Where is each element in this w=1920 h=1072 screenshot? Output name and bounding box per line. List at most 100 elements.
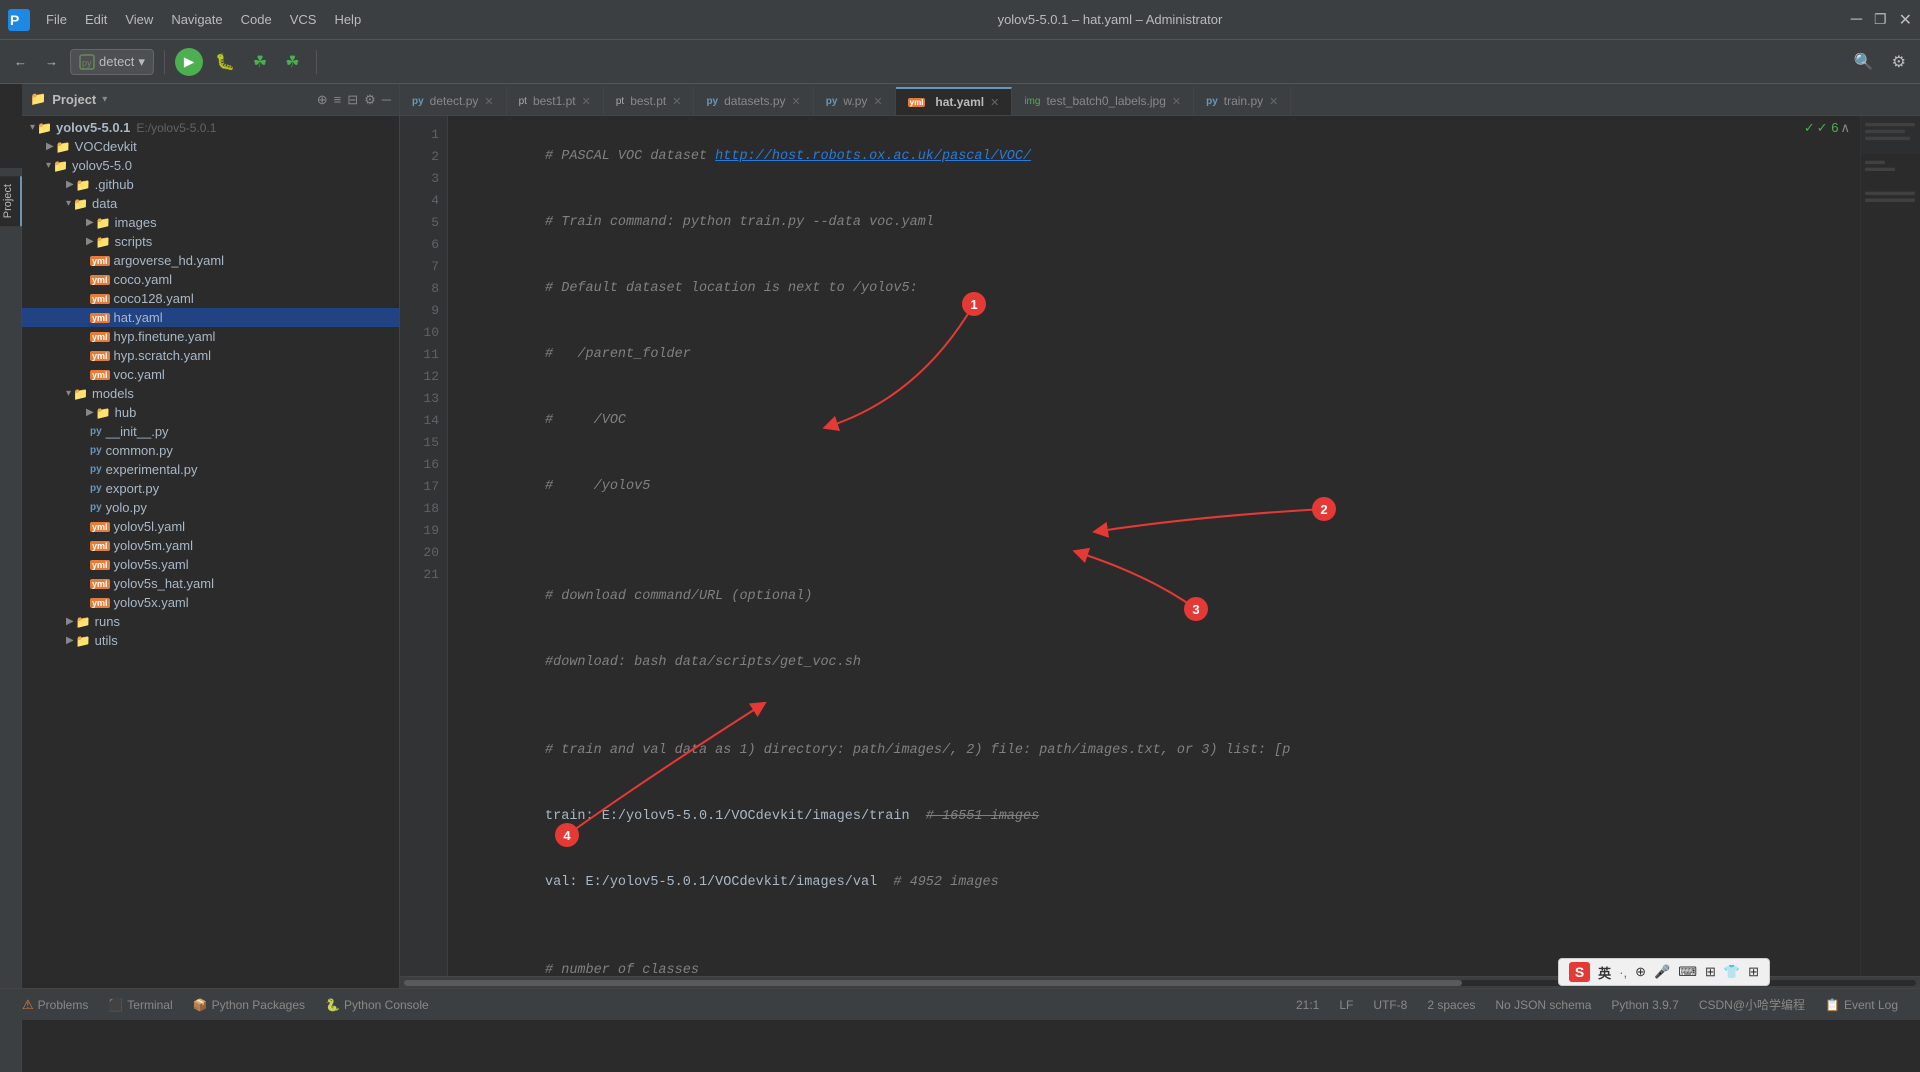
tab-datasets-py[interactable]: py datasets.py ✕ bbox=[694, 87, 813, 115]
tree-root[interactable]: ▾ 📁 yolov5-5.0.1 E:/yolov5-5.0.1 bbox=[22, 118, 399, 137]
minimize-button[interactable]: ─ bbox=[1851, 10, 1862, 30]
close-tab-best1[interactable]: ✕ bbox=[582, 95, 591, 108]
menu-code[interactable]: Code bbox=[233, 8, 280, 31]
status-problems[interactable]: ⚠ Problems bbox=[12, 997, 98, 1013]
status-python-version[interactable]: Python 3.9.7 bbox=[1601, 998, 1688, 1012]
tab-test-batch[interactable]: img test_batch0_labels.jpg ✕ bbox=[1012, 87, 1194, 115]
tree-item-yolov5s[interactable]: yml yolov5s.yaml bbox=[22, 555, 399, 574]
sidebar-locate-button[interactable]: ⊕ bbox=[317, 92, 328, 108]
console-label: Python Console bbox=[344, 998, 429, 1012]
line-num-10: 10 bbox=[400, 322, 447, 344]
tree-item-hypscratch[interactable]: yml hyp.scratch.yaml bbox=[22, 346, 399, 365]
code-line-1: # PASCAL VOC dataset http://host.robots.… bbox=[464, 124, 1844, 190]
sidebar-collapse-button[interactable]: ⊟ bbox=[347, 92, 358, 108]
close-tab-train[interactable]: ✕ bbox=[1269, 95, 1278, 108]
status-encoding[interactable]: UTF-8 bbox=[1363, 998, 1417, 1012]
status-indent[interactable]: 2 spaces bbox=[1417, 998, 1485, 1012]
line-num-14: 14 bbox=[400, 410, 447, 432]
tab-hat-yaml[interactable]: yml hat.yaml ✕ bbox=[896, 87, 1013, 115]
menu-help[interactable]: Help bbox=[326, 8, 369, 31]
close-tab-detect[interactable]: ✕ bbox=[484, 95, 493, 108]
close-tab-test[interactable]: ✕ bbox=[1172, 95, 1181, 108]
close-tab-hat[interactable]: ✕ bbox=[990, 96, 999, 109]
tree-item-yolov5x[interactable]: yml yolov5x.yaml bbox=[22, 593, 399, 612]
forward-button[interactable]: → bbox=[39, 50, 64, 73]
project-tab[interactable]: Project bbox=[0, 176, 22, 226]
ime-icon-3[interactable]: ⌨ bbox=[1678, 964, 1697, 980]
maximize-button[interactable]: ❐ bbox=[1874, 10, 1887, 30]
tree-item-hatyaml[interactable]: yml hat.yaml bbox=[22, 308, 399, 327]
tree-item-vocdevkit[interactable]: ▶ 📁 VOCdevkit bbox=[22, 137, 399, 156]
close-button[interactable]: ✕ bbox=[1899, 10, 1912, 30]
sidebar-expand-button[interactable]: ≡ bbox=[334, 92, 342, 108]
menu-view[interactable]: View bbox=[117, 8, 161, 31]
expand-icon[interactable]: ∧ bbox=[1840, 120, 1850, 136]
tree-item-utils[interactable]: ▶ 📁 utils bbox=[22, 631, 399, 650]
tree-item-experimental[interactable]: py experimental.py bbox=[22, 460, 399, 479]
detect-dropdown[interactable]: py detect ▾ bbox=[70, 49, 154, 75]
status-schema[interactable]: No JSON schema bbox=[1485, 998, 1601, 1012]
tab-best-pt[interactable]: pt best.pt ✕ bbox=[604, 87, 695, 115]
tree-item-models[interactable]: ▾ 📁 models bbox=[22, 384, 399, 403]
status-csdn[interactable]: CSDN@小哈学编程 bbox=[1689, 996, 1815, 1013]
tree-item-common[interactable]: py common.py bbox=[22, 441, 399, 460]
menu-navigate[interactable]: Navigate bbox=[163, 8, 230, 31]
ime-icon-4[interactable]: ⊞ bbox=[1705, 964, 1716, 980]
back-button[interactable]: ← bbox=[8, 50, 33, 73]
tree-item-export[interactable]: py export.py bbox=[22, 479, 399, 498]
search-everywhere-button[interactable]: 🔍 bbox=[1848, 48, 1880, 76]
ime-icon-2[interactable]: 🎤 bbox=[1654, 964, 1670, 980]
sidebar-settings-button[interactable]: ⚙ bbox=[364, 92, 376, 108]
settings-button[interactable]: ⚙ bbox=[1886, 48, 1912, 76]
tree-item-yolov5shat[interactable]: yml yolov5s_hat.yaml bbox=[22, 574, 399, 593]
run-button[interactable]: ▶ bbox=[175, 48, 203, 76]
tree-item-scripts[interactable]: ▶ 📁 scripts bbox=[22, 232, 399, 251]
status-line-ending[interactable]: LF bbox=[1329, 998, 1363, 1012]
status-terminal[interactable]: ⬛ Terminal bbox=[98, 998, 182, 1012]
tree-item-yolov5m[interactable]: yml yolov5m.yaml bbox=[22, 536, 399, 555]
tree-item-argoverse[interactable]: yml argoverse_hd.yaml bbox=[22, 251, 399, 270]
sidebar-dropdown-icon[interactable]: ▾ bbox=[102, 94, 107, 106]
tree-item-coco[interactable]: yml coco.yaml bbox=[22, 270, 399, 289]
tree-item-images[interactable]: ▶ 📁 images bbox=[22, 213, 399, 232]
tree-item-vocyaml[interactable]: yml voc.yaml bbox=[22, 365, 399, 384]
close-tab-datasets[interactable]: ✕ bbox=[792, 95, 801, 108]
tree-item-yolopy[interactable]: py yolo.py bbox=[22, 498, 399, 517]
code-content[interactable]: # PASCAL VOC dataset http://host.robots.… bbox=[448, 116, 1860, 976]
tab-best1-pt[interactable]: pt best1.pt ✕ bbox=[507, 87, 604, 115]
check-count: ✓ 6 bbox=[1817, 120, 1839, 136]
ime-icon-6[interactable]: ⊞ bbox=[1748, 964, 1759, 980]
tree-item-yolov5l[interactable]: yml yolov5l.yaml bbox=[22, 517, 399, 536]
tree-item-init[interactable]: py __init__.py bbox=[22, 422, 399, 441]
tree-item-hypfinetune[interactable]: yml hyp.finetune.yaml bbox=[22, 327, 399, 346]
ime-lang[interactable]: 英 bbox=[1598, 963, 1611, 982]
tree-item-github[interactable]: ▶ 📁 .github bbox=[22, 175, 399, 194]
line-num-21: 21 bbox=[400, 564, 447, 586]
tree-item-hub[interactable]: ▶ 📁 hub bbox=[22, 403, 399, 422]
line-num-15: 15 bbox=[400, 432, 447, 454]
tree-item-data[interactable]: ▾ 📁 data bbox=[22, 194, 399, 213]
tree-item-runs[interactable]: ▶ 📁 runs bbox=[22, 612, 399, 631]
menu-edit[interactable]: Edit bbox=[77, 8, 115, 31]
tab-detect-py[interactable]: py detect.py ✕ bbox=[400, 87, 507, 115]
status-position[interactable]: 21:1 bbox=[1286, 998, 1329, 1012]
ime-icon-1[interactable]: ⊕ bbox=[1635, 964, 1646, 980]
debug-button[interactable]: 🐛 bbox=[209, 48, 241, 76]
tree-item-yolov5[interactable]: ▾ 📁 yolov5-5.0 bbox=[22, 156, 399, 175]
tab-train-py[interactable]: py train.py ✕ bbox=[1194, 87, 1291, 115]
ime-icon-5[interactable]: 👕 bbox=[1724, 964, 1740, 980]
close-tab-best[interactable]: ✕ bbox=[672, 95, 681, 108]
status-python-console[interactable]: 🐍 Python Console bbox=[315, 998, 439, 1012]
menu-file[interactable]: File bbox=[38, 8, 75, 31]
line-num-2: 2 bbox=[400, 146, 447, 168]
menu-vcs[interactable]: VCS bbox=[282, 8, 325, 31]
close-tab-w[interactable]: ✕ bbox=[873, 95, 882, 108]
sidebar-hide-button[interactable]: ─ bbox=[382, 92, 391, 108]
status-event-log[interactable]: 📋 Event Log bbox=[1815, 998, 1908, 1012]
tab-w-py[interactable]: py w.py ✕ bbox=[814, 87, 896, 115]
scrollbar-thumb[interactable] bbox=[404, 980, 1462, 986]
status-python-packages[interactable]: 📦 Python Packages bbox=[183, 998, 315, 1012]
coverage-button-2[interactable]: ☘ bbox=[279, 48, 305, 76]
tree-item-coco128[interactable]: yml coco128.yaml bbox=[22, 289, 399, 308]
coverage-button[interactable]: ☘ bbox=[247, 48, 273, 76]
